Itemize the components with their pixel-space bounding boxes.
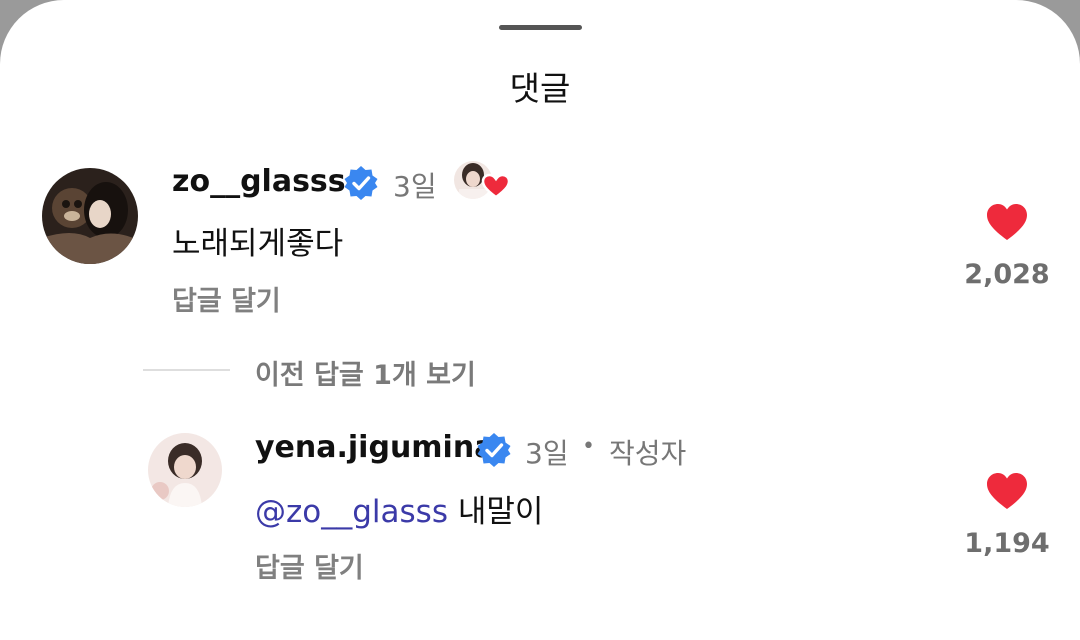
reply-username[interactable]: yena.jigumina <box>255 430 494 465</box>
like-heart-icon[interactable] <box>986 472 1028 514</box>
comment-text: 노래되게좋다 <box>172 226 344 262</box>
reply-button[interactable]: 답글 달기 <box>255 546 364 585</box>
replies-divider <box>143 369 230 371</box>
verified-badge-icon <box>476 432 512 472</box>
mention-link[interactable]: @zo__glasss <box>255 494 448 530</box>
avatar[interactable] <box>42 168 138 264</box>
reply-body: 내말이 <box>457 494 544 530</box>
author-liked-indicator <box>453 159 513 205</box>
comment-username[interactable]: zo__glasss <box>172 164 346 199</box>
verified-badge-icon <box>343 165 379 205</box>
avatar[interactable] <box>148 433 222 507</box>
author-badge: 작성자 <box>609 437 687 470</box>
reply-time: 3일 <box>525 437 569 470</box>
sheet-title: 댓글 <box>509 69 571 108</box>
like-heart-icon[interactable] <box>986 203 1028 245</box>
reply-text: @zo__glasss 내말이 <box>255 486 543 531</box>
meta-separator: • <box>582 434 595 459</box>
like-count: 1,194 <box>964 528 1050 559</box>
like-count: 2,028 <box>964 259 1050 290</box>
view-previous-replies-button[interactable]: 이전 답글 1개 보기 <box>255 353 476 392</box>
drag-handle[interactable] <box>499 25 582 30</box>
comment-time: 3일 <box>393 170 437 203</box>
comments-sheet: 댓글 zo__glasss 3일 노래되게좋다 답글 달기 2,028 이전 답… <box>0 0 1080 640</box>
reply-button[interactable]: 답글 달기 <box>172 279 281 318</box>
